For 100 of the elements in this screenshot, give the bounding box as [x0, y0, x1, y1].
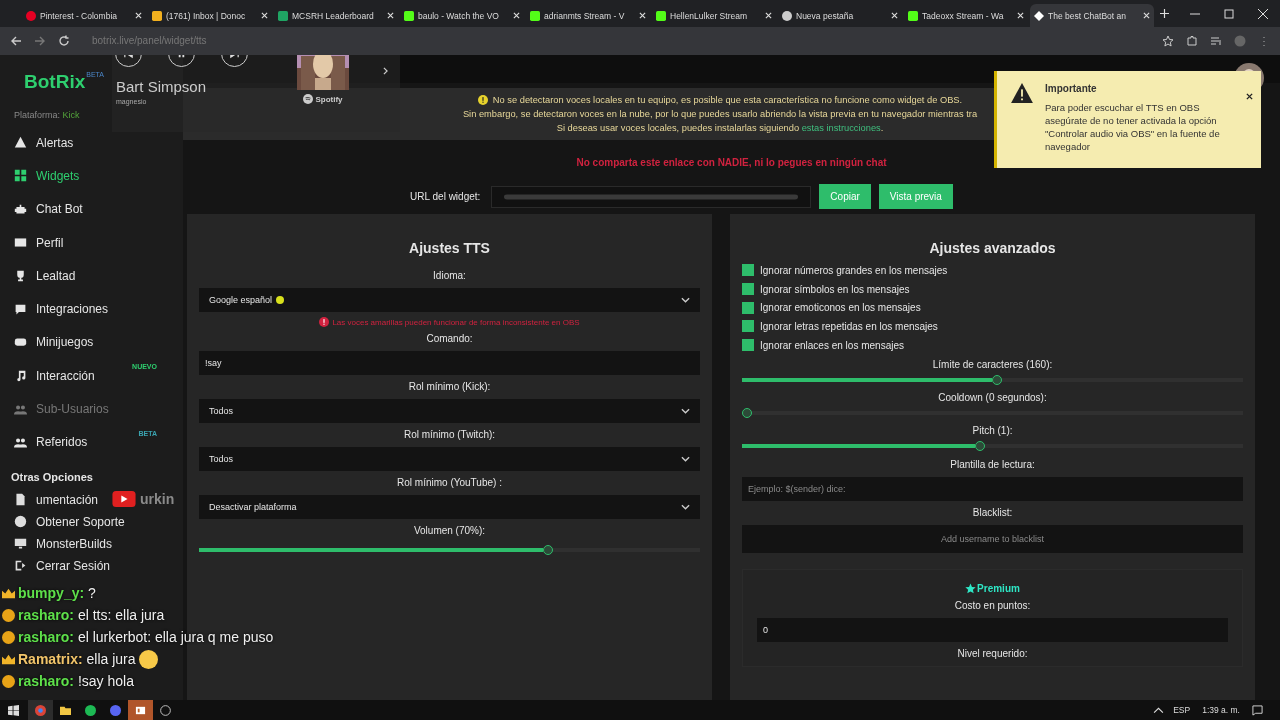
sidebar-item[interactable]: Widgets [0, 159, 183, 193]
blurred-url-icon [504, 192, 799, 201]
start-icon[interactable] [8, 704, 19, 716]
url-label: URL del widget: [410, 191, 481, 202]
checkbox[interactable] [742, 264, 754, 277]
chat-message: rasharo: el lurkerbot: ella jura q me puso [18, 629, 274, 645]
star-icon[interactable] [1162, 35, 1174, 47]
notice-text: No se detectaron voces locales en tu equipo, es posible que esta característica no funcione como widget de OBS. [492, 94, 963, 107]
field-label: Pitch (1): [972, 425, 1013, 437]
browser-tab[interactable]: adrianmts Stream - V [526, 4, 650, 27]
maximize-icon[interactable] [1224, 8, 1234, 19]
browser-tab[interactable]: MCSRH Leaderboard [274, 4, 398, 27]
source-label: Spotify [315, 94, 343, 104]
checkbox[interactable] [742, 283, 754, 296]
browser-tab[interactable]: Nueva pestaña [778, 4, 902, 27]
video-play-icon [112, 491, 136, 507]
chevron-down-icon [681, 456, 690, 462]
chevron-down-icon [681, 408, 690, 414]
favicon-icon [782, 10, 792, 21]
grid-icon [14, 169, 27, 183]
checkbox-label: Ignorar emoticonos en los mensajes [760, 302, 921, 314]
sidebar-item[interactable]: Perfil [0, 225, 183, 260]
chat-message: rasharo: !say hola [18, 673, 134, 689]
notice-text: Si deseas usar voces locales, puedes instalarlas siguiendo estas instrucciones. [556, 122, 884, 135]
extensions-icon[interactable] [1186, 35, 1198, 47]
chat-app-icon [110, 704, 121, 716]
field-label: Comando: [426, 333, 473, 344]
slider-handle[interactable] [742, 408, 752, 419]
field-label: Idioma: [433, 270, 466, 281]
browser-tab[interactable]: HellenLulker Stream [652, 4, 776, 27]
select-field[interactable]: Google español [199, 288, 700, 312]
notifications-icon[interactable] [1252, 704, 1263, 716]
chat-channel: urkin [140, 491, 175, 507]
sidebar-item[interactable]: umentación [0, 488, 103, 511]
section-heading: Otras Opciones [11, 470, 94, 483]
browser-tab[interactable]: Pinterest - Colombia [22, 4, 146, 27]
forward-icon[interactable] [34, 35, 46, 47]
chat-icon [14, 302, 27, 316]
sidebar-item[interactable]: Cerrar Sesión [0, 554, 115, 577]
field-label: Rol mínimo (Kick): [408, 381, 491, 392]
checkbox-label: Ignorar letras repetidas en los mensajes [760, 320, 938, 332]
slider-handle[interactable] [542, 545, 553, 555]
trophy-icon [14, 269, 27, 283]
favicon-icon [404, 10, 414, 21]
sidebar-item[interactable]: Integraciones [0, 292, 183, 326]
favicon-icon [152, 10, 162, 21]
select-field[interactable]: Desactivar plataforma [199, 495, 700, 519]
input-field[interactable]: !say [199, 351, 700, 375]
notice-text: Sin embargo, se detectaron voces en la nube, por lo que puedes usarlo abriendo la vista previa en tu navegador mientras tra [462, 108, 978, 121]
chat-message: rasharo: el tts: ella jura [18, 607, 165, 623]
media-icon[interactable] [1210, 35, 1222, 47]
field-label: Límite de caracteres (160): [932, 359, 1053, 371]
field-label: Rol mínimo (Twitch): [403, 429, 496, 440]
input-field[interactable]: 0 [757, 618, 1228, 643]
gamepad-icon [14, 335, 27, 349]
field-label: Volumen (70%): [413, 525, 486, 536]
input-field[interactable]: Ejemplo: $(sender) dice: [742, 477, 1243, 502]
checkbox[interactable] [742, 320, 754, 333]
instructions-link[interactable]: estas instrucciones [801, 123, 881, 133]
browser-tab[interactable]: baulo - Watch the VO [400, 4, 524, 27]
browser-tab[interactable]: (1761) Inbox | Donoc [148, 4, 272, 27]
track-title: Bart Simpson [116, 78, 207, 95]
browser-tab[interactable]: Tadeoxx Stream - Wa [904, 4, 1028, 27]
close-icon[interactable] [1246, 93, 1253, 100]
sidebar-item[interactable]: Chat Bot [0, 192, 183, 226]
caret-up-icon[interactable] [1153, 704, 1165, 716]
input-field[interactable]: Add username to blacklist [742, 525, 1243, 554]
reload-icon[interactable] [58, 35, 70, 47]
music-logo-icon [85, 704, 96, 716]
language-indicator[interactable]: ESP [1173, 705, 1191, 715]
coin-icon [2, 674, 15, 688]
sidebar-item[interactable]: Minijuegos [0, 325, 183, 360]
warning-icon [14, 136, 27, 150]
chevron-down-icon [681, 504, 690, 510]
field-label: Nivel requerido: [957, 648, 1028, 660]
slider-handle[interactable] [975, 441, 986, 452]
select-field[interactable]: Todos [199, 447, 700, 471]
checkbox[interactable] [742, 339, 754, 352]
checkbox-label: Ignorar números grandes en los mensajes [760, 264, 948, 276]
sidebar-item[interactable]: Lealtad [0, 259, 183, 293]
logo[interactable]: BotRix [24, 71, 86, 93]
sidebar-item[interactable]: Alertas [0, 126, 183, 160]
crown-icon [2, 652, 15, 666]
select-field[interactable]: Todos [199, 399, 700, 423]
checkbox[interactable] [742, 301, 754, 314]
favicon-icon [656, 10, 666, 21]
browser-tab[interactable]: The best ChatBot an [1030, 4, 1154, 27]
clock[interactable]: 1:39 a. m. [1202, 705, 1240, 715]
chevron-right-icon[interactable] [383, 67, 388, 75]
coin-icon [2, 630, 15, 644]
sidebar-item[interactable]: MonsterBuilds [0, 532, 117, 555]
slider-handle[interactable] [992, 375, 1003, 386]
platform-label: Plataforma: Kick [13, 110, 81, 122]
field-label: Plantilla de lectura: [950, 459, 1035, 471]
panel-title: Ajustes avanzados [928, 240, 1057, 256]
url-field[interactable] [491, 185, 812, 208]
back-icon[interactable] [10, 35, 22, 47]
sidebar-item[interactable]: Obtener Soporte [0, 510, 129, 533]
chat-message: Ramatrix: ella jura [18, 651, 136, 667]
new-tab-icon[interactable] [1160, 9, 1169, 18]
